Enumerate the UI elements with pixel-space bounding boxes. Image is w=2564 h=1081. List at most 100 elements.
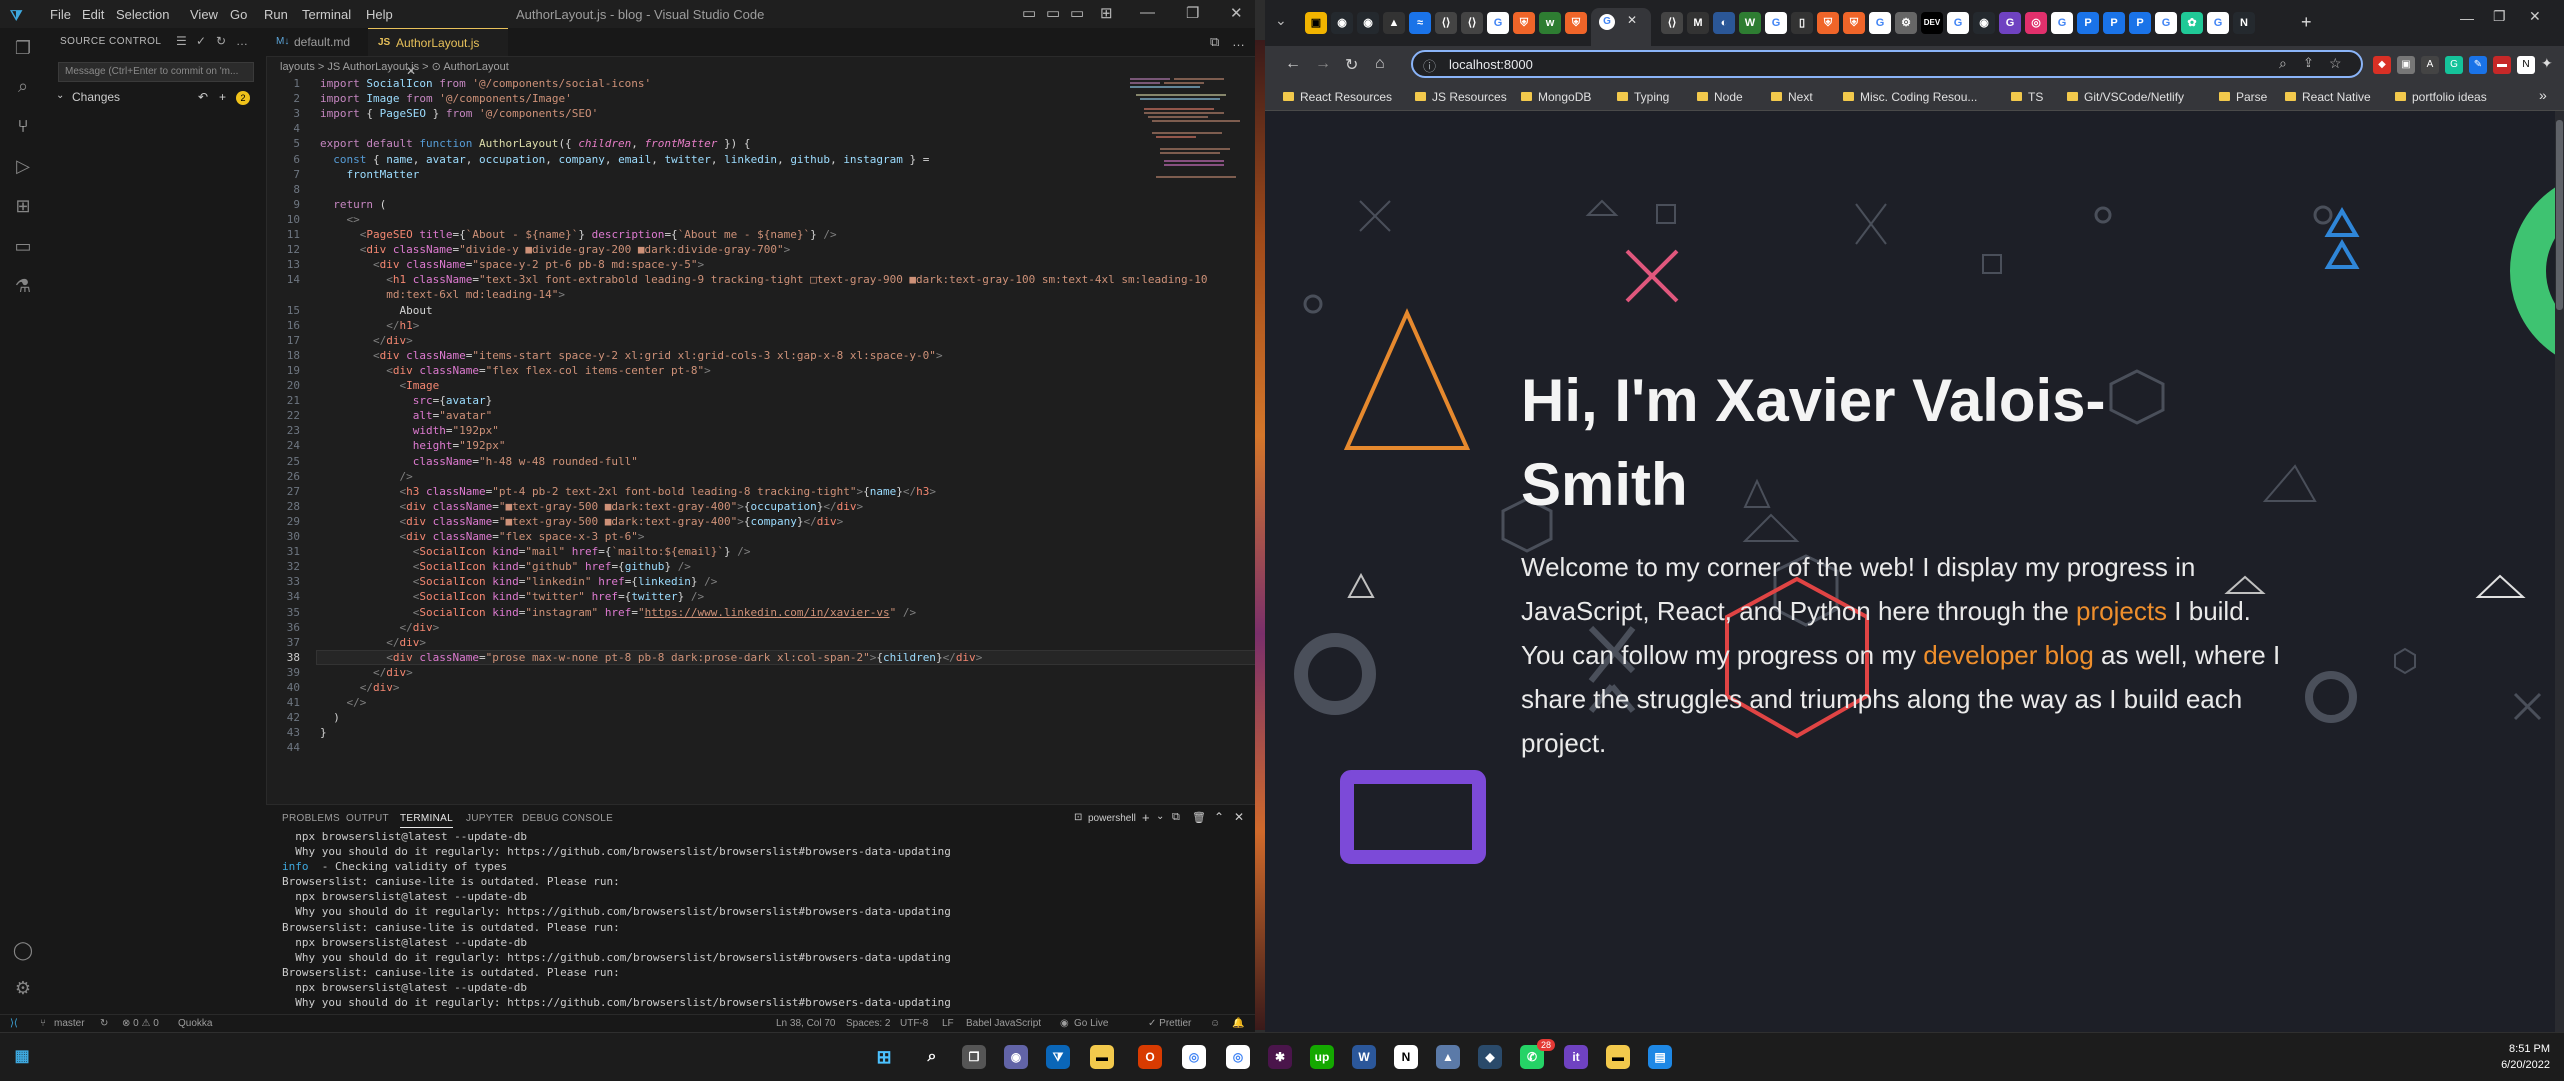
status-language[interactable]: Babel JavaScript (966, 1018, 1041, 1029)
code-line[interactable]: <div className="prose max-w-none pt-8 pb… (320, 650, 982, 665)
code-line[interactable]: </div> (320, 680, 400, 695)
status-prettier[interactable]: ✓ Prettier (1148, 1018, 1191, 1029)
tab-favicon-22[interactable]: ⚙ (1895, 12, 1917, 34)
minimize-icon[interactable]: — (2460, 10, 2474, 26)
breadcrumb[interactable]: layouts > JS AuthorLayout.js > ⊙ AuthorL… (280, 60, 509, 73)
discard-icon[interactable]: ↶ (198, 90, 208, 104)
code-line[interactable]: <div className="items-start space-y-2 xl… (320, 348, 943, 363)
app-icon[interactable]: it (1564, 1045, 1588, 1069)
google-icon[interactable]: G (2155, 12, 2177, 34)
tab-debug-console[interactable]: DEBUG CONSOLE (522, 813, 613, 824)
code-line[interactable]: className="h-48 w-48 rounded-full" (320, 454, 638, 469)
vercel-icon[interactable]: ▲ (1383, 12, 1405, 34)
close-panel-icon[interactable]: ✕ (1234, 810, 1244, 824)
code-line[interactable]: width="192px" (320, 423, 499, 438)
new-tab-icon[interactable]: + (2301, 12, 2312, 33)
layout-sidebar-icon[interactable]: ▭ (1022, 4, 1036, 22)
google-icon[interactable]: G (2051, 12, 2073, 34)
status-quokka[interactable]: Quokka (178, 1018, 212, 1029)
remote-icon[interactable]: ⟩⟨ (10, 1018, 18, 1029)
grammarly-icon[interactable]: G (2445, 56, 2463, 74)
teams-icon[interactable]: ◉ (1004, 1045, 1028, 1069)
code-line[interactable]: </> (320, 695, 367, 710)
minimize-icon[interactable]: — (1140, 4, 1155, 21)
code-line[interactable]: <SocialIcon kind="mail" href={`mailto:${… (320, 544, 751, 559)
back-icon[interactable]: ← (1285, 55, 1301, 73)
menu-file[interactable]: File (50, 7, 71, 22)
tab-favicon-9[interactable]: ⛨ (1513, 12, 1535, 34)
file-explorer-icon[interactable]: ▬ (1090, 1045, 1114, 1069)
chevron-down-icon[interactable]: ⌄ (1156, 811, 1164, 822)
more-bookmarks-icon[interactable]: » (2539, 87, 2547, 103)
menu-terminal[interactable]: Terminal (302, 7, 351, 22)
code-line[interactable]: <div className="■text-gray-500 ■dark:tex… (320, 499, 863, 514)
refresh-icon[interactable]: ↻ (216, 34, 226, 48)
dev-to-icon[interactable]: DEV (1921, 12, 1943, 34)
slack-icon[interactable]: ✱ (1268, 1045, 1292, 1069)
close-icon[interactable]: ✕ (2529, 8, 2541, 25)
code-line[interactable]: <div className="■text-gray-500 ■dark:tex… (320, 514, 843, 529)
bookmark-folder[interactable]: JS Resources (1415, 90, 1507, 104)
vscode-taskbar-icon[interactable]: ⧩ (1046, 1045, 1070, 1069)
tab-favicon-1[interactable]: ▣ (1305, 12, 1327, 34)
code-line[interactable]: </div> (320, 620, 439, 635)
bookmark-folder[interactable]: React Native (2285, 90, 2371, 104)
status-problems[interactable]: ⊗ 0 ⚠ 0 (122, 1018, 159, 1029)
code-line[interactable]: </div> (320, 635, 426, 650)
extension-3-icon[interactable]: A (2421, 56, 2439, 74)
active-browser-tab[interactable]: G ✕ (1591, 8, 1651, 46)
tab-favicon-10[interactable]: w (1539, 12, 1561, 34)
tab-favicon-26[interactable]: G (1999, 12, 2021, 34)
extension-5-icon[interactable]: ✎ (2469, 56, 2487, 74)
code-line[interactable]: <h3 className="pt-4 pb-2 text-2xl font-b… (320, 484, 935, 499)
run-debug-icon[interactable]: ▷ (12, 156, 34, 178)
code-line[interactable]: <SocialIcon kind="instagram" href="https… (320, 605, 916, 620)
projects-link[interactable]: projects (2076, 596, 2167, 626)
code-line[interactable]: <div className="flex space-x-3 pt-6"> (320, 529, 644, 544)
code-line[interactable]: <SocialIcon kind="twitter" href={twitter… (320, 589, 704, 604)
split-editor-icon[interactable]: ⧉ (1210, 34, 1219, 50)
tab-search-icon[interactable]: ⌄ (1275, 12, 1287, 29)
code-line[interactable]: return ( (320, 197, 386, 212)
tab-favicon-16[interactable]: W (1739, 12, 1761, 34)
reload-icon[interactable]: ↻ (1345, 55, 1358, 75)
tab-favicon-19[interactable]: ⛨ (1817, 12, 1839, 34)
remote-explorer-icon[interactable]: ▭ (12, 236, 34, 258)
menu-go[interactable]: Go (230, 7, 247, 22)
code-line[interactable]: import Image from '@/components/Image' (320, 91, 572, 106)
tab-favicon-14[interactable]: M (1687, 12, 1709, 34)
code-line[interactable]: </h1> (320, 318, 419, 333)
commit-message-input[interactable]: Message (Ctrl+Enter to commit on 'm... (58, 62, 254, 82)
code-line[interactable]: </div> (320, 333, 413, 348)
code-line[interactable]: <SocialIcon kind="linkedin" href={linked… (320, 574, 718, 589)
code-line[interactable]: <div className="flex flex-col items-cent… (320, 363, 711, 378)
menu-help[interactable]: Help (366, 7, 393, 22)
search-icon[interactable]: ⌕ (2279, 55, 2287, 72)
code-line[interactable]: md:text-6xl md:leading-14"> (320, 287, 565, 302)
restore-icon[interactable]: ❐ (2493, 8, 2506, 25)
site-info-icon[interactable]: ⓘ (1423, 56, 1436, 75)
tab-close-icon[interactable]: ✕ (1627, 13, 1637, 27)
tab-terminal[interactable]: TERMINAL (400, 813, 453, 828)
extension-6-icon[interactable]: ▬ (2493, 56, 2511, 74)
tab-problems[interactable]: PROBLEMS (282, 813, 340, 824)
extension-7-icon[interactable]: N (2517, 56, 2535, 74)
code-line[interactable]: import { PageSEO } from '@/components/SE… (320, 106, 598, 121)
tab-favicon-33[interactable]: ✿ (2181, 12, 2203, 34)
close-icon[interactable]: ✕ (1230, 4, 1243, 22)
code-line[interactable]: height="192px" (320, 438, 506, 453)
chrome-icon[interactable]: ◎ (1182, 1045, 1206, 1069)
system-clock[interactable]: 8:51 PM 6/20/2022 (2501, 1041, 2550, 1073)
google-icon[interactable]: G (1487, 12, 1509, 34)
tab-favicon-20[interactable]: ⛨ (1843, 12, 1865, 34)
extensions-puzzle-icon[interactable]: ✦ (2541, 55, 2553, 72)
menu-edit[interactable]: Edit (82, 7, 104, 22)
source-control-icon[interactable]: ⑂ (12, 116, 34, 138)
widgets-icon[interactable]: ▦ (10, 1045, 34, 1069)
bookmark-folder[interactable]: MongoDB (1521, 90, 1591, 104)
bookmark-folder[interactable]: React Resources (1283, 90, 1392, 104)
code-line[interactable]: <> (320, 212, 360, 227)
status-encoding[interactable]: UTF-8 (900, 1018, 928, 1029)
github-icon[interactable]: ◉ (1973, 12, 1995, 34)
photos-icon[interactable]: ▲ (1436, 1045, 1460, 1069)
